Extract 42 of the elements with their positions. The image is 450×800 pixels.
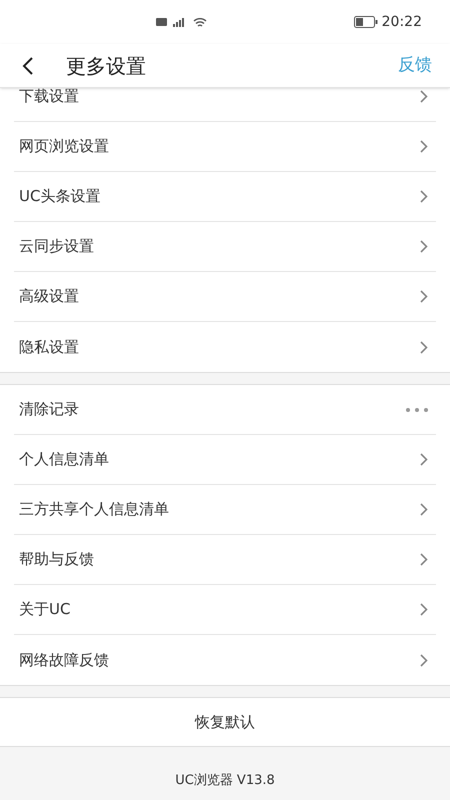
chevron-right-icon	[420, 290, 428, 303]
row-label: 隐私设置	[19, 336, 79, 358]
row-label: 三方共享个人信息清单	[19, 499, 169, 520]
version-text: UC浏览器 V13.8	[175, 772, 275, 790]
row-label: UC头条设置	[19, 186, 100, 208]
settings-row[interactable]: 网页浏览设置	[14, 122, 436, 172]
page-title: 更多设置	[66, 52, 146, 80]
chevron-right-icon	[420, 453, 428, 466]
chevron-right-icon	[420, 503, 428, 516]
chevron-right-icon	[420, 340, 428, 354]
chevron-right-icon	[420, 654, 428, 666]
chevron-right-icon	[420, 240, 428, 253]
settings-row[interactable]: UC头条设置	[14, 172, 436, 222]
row-label: 下载设置	[19, 88, 79, 108]
row-label: 帮助与反馈	[19, 549, 94, 570]
status-time: 20:22	[382, 12, 422, 32]
row-label: 高级设置	[19, 286, 79, 308]
row-label: 清除记录	[19, 399, 79, 420]
row-label: 个人信息清单	[19, 449, 109, 470]
chevron-right-icon	[420, 140, 428, 153]
more-icon	[406, 408, 428, 412]
chevron-right-icon	[420, 553, 428, 566]
back-icon[interactable]	[22, 56, 34, 76]
settings-row[interactable]: 关于UC	[14, 585, 436, 635]
battery-icon	[354, 16, 378, 28]
row-label: 关于UC	[19, 599, 70, 620]
row-label: 网页浏览设置	[19, 136, 109, 158]
restore-default-button[interactable]: 恢复默认	[0, 697, 450, 747]
chevron-right-icon	[420, 90, 428, 103]
settings-row[interactable]: 三方共享个人信息清单	[14, 485, 436, 535]
settings-row[interactable]: 云同步设置	[14, 222, 436, 272]
settings-row[interactable]: 隐私设置	[14, 322, 436, 372]
settings-row[interactable]: 下载设置	[14, 88, 436, 122]
settings-row[interactable]: 个人信息清单	[14, 435, 436, 485]
row-label: 云同步设置	[19, 236, 94, 258]
settings-row[interactable]: 高级设置	[14, 272, 436, 322]
row-label: 网络故障反馈	[19, 650, 109, 671]
chevron-right-icon	[420, 603, 428, 616]
settings-row[interactable]: 清除记录	[14, 385, 436, 435]
settings-row[interactable]: 帮助与反馈	[14, 535, 436, 585]
chevron-right-icon	[420, 190, 428, 203]
settings-row[interactable]: 网络故障反馈	[14, 635, 436, 685]
